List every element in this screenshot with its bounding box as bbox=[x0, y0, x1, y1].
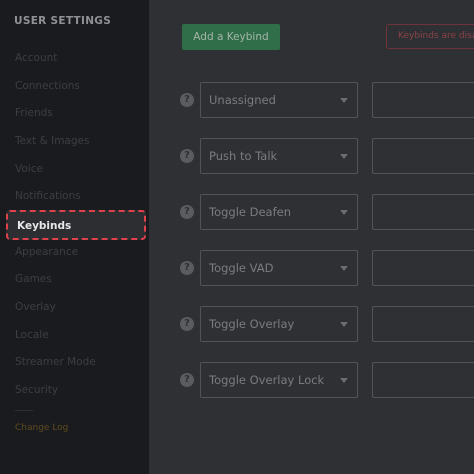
keybinds-panel: Add a Keybind Keybinds are disab ? Unass… bbox=[149, 0, 474, 474]
keybind-key-input[interactable] bbox=[372, 194, 474, 230]
sidebar-item-streamer-mode[interactable]: Streamer Mode bbox=[15, 353, 145, 371]
keybind-action-select[interactable]: Unassigned bbox=[200, 82, 358, 118]
sidebar-item-games[interactable]: Games bbox=[15, 270, 145, 288]
keybind-row: ? Unassigned bbox=[149, 82, 474, 118]
chevron-down-icon bbox=[340, 210, 348, 215]
sidebar-item-text-images[interactable]: Text & Images bbox=[15, 132, 145, 150]
chevron-down-icon bbox=[340, 98, 348, 103]
keybind-row: ? Toggle VAD bbox=[149, 250, 474, 286]
keybind-action-label: Toggle Overlay Lock bbox=[209, 373, 325, 387]
help-icon[interactable]: ? bbox=[180, 373, 194, 387]
keybind-key-input[interactable] bbox=[372, 250, 474, 286]
keybind-key-input[interactable] bbox=[372, 306, 474, 342]
sidebar-item-notifications[interactable]: Notifications bbox=[15, 187, 145, 205]
sidebar-item-locale[interactable]: Locale bbox=[15, 326, 145, 344]
help-icon[interactable]: ? bbox=[180, 261, 194, 275]
keybind-action-select[interactable]: Toggle VAD bbox=[200, 250, 358, 286]
keybind-action-select[interactable]: Toggle Deafen bbox=[200, 194, 358, 230]
sidebar-item-appearance[interactable]: Appearance bbox=[15, 243, 145, 261]
keybind-row: ? Push to Talk bbox=[149, 138, 474, 174]
sidebar-item-account[interactable]: Account bbox=[15, 49, 145, 67]
keybind-action-label: Toggle Deafen bbox=[209, 205, 292, 219]
sidebar-header: USER SETTINGS bbox=[14, 15, 112, 27]
keybind-action-label: Unassigned bbox=[209, 93, 276, 107]
keybind-action-select[interactable]: Toggle Overlay Lock bbox=[200, 362, 358, 398]
sidebar-item-keybinds[interactable]: Keybinds bbox=[6, 210, 146, 240]
keybind-key-input[interactable] bbox=[372, 82, 474, 118]
help-icon[interactable]: ? bbox=[180, 317, 194, 331]
keybind-row: ? Toggle Overlay bbox=[149, 306, 474, 342]
sidebar-item-connections[interactable]: Connections bbox=[15, 77, 145, 95]
help-icon[interactable]: ? bbox=[180, 149, 194, 163]
keybind-action-label: Toggle Overlay bbox=[209, 317, 295, 331]
keybind-row: ? Toggle Deafen bbox=[149, 194, 474, 230]
keybind-key-input[interactable] bbox=[372, 362, 474, 398]
sidebar-item-security[interactable]: Security bbox=[15, 381, 145, 399]
chevron-down-icon bbox=[340, 322, 348, 327]
chevron-down-icon bbox=[340, 378, 348, 383]
sidebar-item-overlay[interactable]: Overlay bbox=[15, 298, 145, 316]
keybind-action-label: Push to Talk bbox=[209, 149, 278, 163]
settings-sidebar: USER SETTINGS Account Connections Friend… bbox=[0, 0, 149, 474]
chevron-down-icon bbox=[340, 154, 348, 159]
sidebar-item-friends[interactable]: Friends bbox=[15, 104, 145, 122]
sidebar-item-voice[interactable]: Voice bbox=[15, 160, 145, 178]
keybind-action-select[interactable]: Toggle Overlay bbox=[200, 306, 358, 342]
add-keybind-button[interactable]: Add a Keybind bbox=[182, 24, 280, 50]
help-icon[interactable]: ? bbox=[180, 93, 194, 107]
sidebar-divider bbox=[15, 410, 33, 411]
keybind-key-input[interactable] bbox=[372, 138, 474, 174]
keybind-action-select[interactable]: Push to Talk bbox=[200, 138, 358, 174]
keybind-row: ? Toggle Overlay Lock bbox=[149, 362, 474, 398]
sidebar-item-changelog[interactable]: Change Log bbox=[15, 419, 145, 437]
keybind-action-label: Toggle VAD bbox=[209, 261, 274, 275]
keybinds-disabled-notice: Keybinds are disab bbox=[386, 24, 474, 49]
help-icon[interactable]: ? bbox=[180, 205, 194, 219]
chevron-down-icon bbox=[340, 266, 348, 271]
